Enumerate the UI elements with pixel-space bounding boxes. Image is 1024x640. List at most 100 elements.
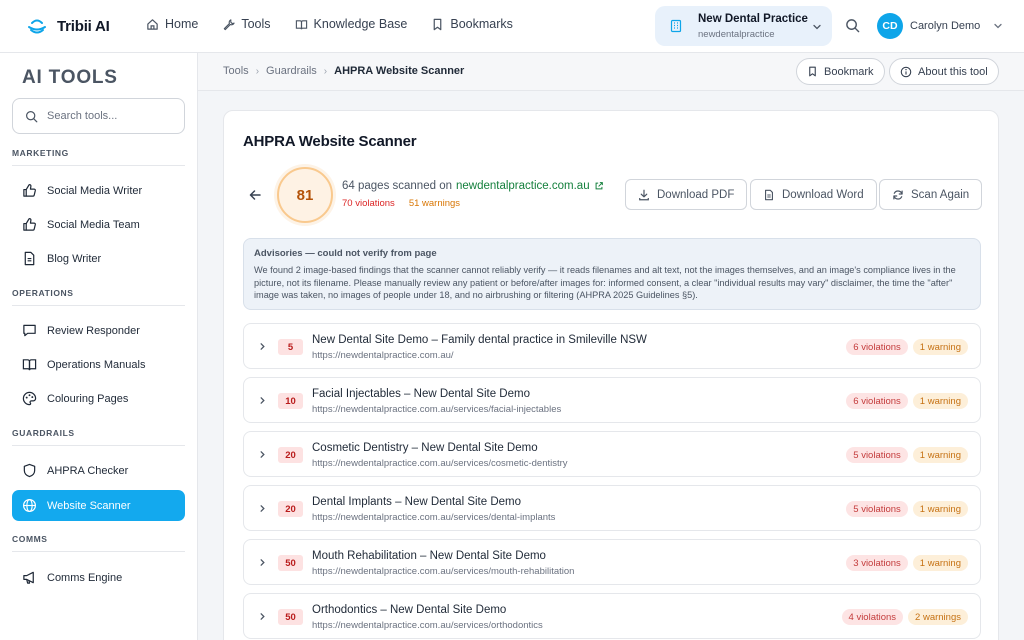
section-operations: OPERATIONS [12,288,185,306]
open-book-icon [22,357,37,372]
section-guardrails: GUARDRAILS [12,428,185,446]
page-result-row[interactable]: 5 New Dental Site Demo – Family dental p… [243,323,981,369]
page-score: 10 [278,393,303,409]
sidebar-item-label: Operations Manuals [47,358,146,371]
user-menu[interactable]: CD Carolyn Demo [877,13,1003,39]
warnings-badge: 1 warning [912,501,968,517]
tribii-logo-icon [26,15,48,37]
sidebar-item-comms-engine[interactable]: Comms Engine [12,562,185,593]
sidebar-item-social-media-team[interactable]: Social Media Team [12,209,185,240]
page-score: 50 [278,555,303,571]
sidebar-item-operations-manuals[interactable]: Operations Manuals [12,349,185,380]
nav-bookmarks[interactable]: Bookmarks [431,17,513,31]
nav-home[interactable]: Home [146,17,198,31]
advisory-text: We found 2 image-based findings that the… [254,265,956,301]
page-result-row[interactable]: 20 Dental Implants – New Dental Site Dem… [243,485,981,531]
thumbs-up-icon [22,183,37,198]
warnings-badge: 1 warning [912,555,968,571]
scanned-domain-link[interactable]: newdentalpractice.com.au [456,180,590,192]
tool-search[interactable] [12,98,185,134]
chevron-right-icon [258,504,267,513]
page-title-text: Facial Injectables – New Dental Site Dem… [312,388,530,400]
scan-again-button[interactable]: Scan Again [879,179,983,210]
page-result-row[interactable]: 10 Facial Injectables – New Dental Site … [243,377,981,423]
advisory-title: Advisories — could not verify from page [254,248,437,259]
download-word-label: Download Word [782,188,864,201]
violations-badge: 5 violations [846,447,908,463]
main-nav: Home Tools Knowledge Base Bookmarks [146,17,513,31]
violations-badge: 5 violations [846,501,908,517]
sidebar-item-colouring-pages[interactable]: Colouring Pages [12,383,185,414]
sidebar-item-label: Colouring Pages [47,392,129,405]
sidebar-item-label: Social Media Team [47,218,140,231]
page-result-row[interactable]: 50 Mouth Rehabilitation – New Dental Sit… [243,539,981,585]
sidebar-item-social-media-writer[interactable]: Social Media Writer [12,175,185,206]
sidebar-item-label: Website Scanner [47,499,131,512]
page-title-text: Cosmetic Dentistry – New Dental Site Dem… [312,442,538,454]
sidebar-title: AI TOOLS [22,67,118,88]
scan-counts: 70 violations 51 warnings [342,198,460,209]
chevron-down-icon [993,21,1003,31]
breadcrumb-current: AHPRA Website Scanner [334,65,465,77]
scanner-card: AHPRA Website Scanner 81 64 pages scanne… [223,110,999,640]
download-pdf-label: Download PDF [657,188,735,201]
brand-name: Tribii AI [57,17,110,35]
section-comms: COMMS [12,534,185,552]
page-score: 20 [278,501,303,517]
sidebar-item-ahpra-checker[interactable]: AHPRA Checker [12,455,185,486]
document-icon [22,251,37,266]
sidebar-item-label: Review Responder [47,324,140,337]
page-result-row[interactable]: 20 Cosmetic Dentistry – New Dental Site … [243,431,981,477]
sidebar-item-review-responder[interactable]: Review Responder [12,315,185,346]
chevron-right-icon [258,612,267,621]
bookmark-button[interactable]: Bookmark [796,58,885,85]
pages-scanned-text: 64 pages scanned on [342,180,452,192]
top-nav: Tribii AI Home Tools Knowledge Base Book… [0,0,1024,53]
violations-badge: 4 violations [841,609,904,625]
section-marketing: MARKETING [12,148,185,166]
about-tool-button[interactable]: About this tool [889,58,999,85]
wrench-icon [222,18,235,31]
scan-again-label: Scan Again [911,188,970,201]
page-title-text: Dental Implants – New Dental Site Demo [312,496,522,508]
sidebar-item-label: Social Media Writer [47,184,143,197]
download-pdf-button[interactable]: Download PDF [625,179,748,210]
nav-tools[interactable]: Tools [222,17,271,31]
sidebar-item-blog-writer[interactable]: Blog Writer [12,243,185,274]
page-title-text: Orthodontics – New Dental Site Demo [312,604,507,616]
book-icon [295,18,308,31]
globe-icon [22,498,37,513]
chevron-right-icon [258,342,267,351]
search-icon[interactable] [845,18,860,33]
page-title-text: New Dental Site Demo – Family dental pra… [312,334,647,346]
download-icon [638,189,650,201]
home-icon [146,18,159,31]
brand[interactable]: Tribii AI [26,15,110,37]
practice-switcher[interactable]: New Dental Practice newdentalpractice [655,6,832,46]
search-input[interactable] [47,110,167,122]
document-icon [763,189,775,201]
breadcrumb-tools[interactable]: Tools [223,65,249,77]
practice-slug: newdentalpractice [698,29,775,40]
page-url: https://newdentalpractice.com.au/service… [312,512,556,523]
page-result-row[interactable]: 50 Orthodontics – New Dental Site Demo h… [243,593,981,639]
info-icon [900,66,912,78]
chevron-right-icon: › [323,65,328,77]
sidebar-item-website-scanner[interactable]: Website Scanner [12,490,185,521]
arrow-left-icon[interactable] [248,188,262,202]
search-icon [25,110,38,123]
violations-badge: 3 violations [846,555,908,571]
page-url: https://newdentalpractice.com.au/service… [312,620,543,631]
score-circle: 81 [277,167,333,223]
megaphone-icon [22,570,37,585]
breadcrumb-guardrails[interactable]: Guardrails [266,65,317,77]
nav-knowledge-base[interactable]: Knowledge Base [295,17,408,31]
total-warnings: 51 warnings [408,198,461,209]
avatar: CD [877,13,903,39]
violations-badge: 6 violations [846,339,908,355]
nav-bookmarks-label: Bookmarks [450,17,513,31]
download-word-button[interactable]: Download Word [750,179,877,210]
nav-knowledge-base-label: Knowledge Base [313,17,408,31]
external-link-icon[interactable] [594,181,604,191]
chat-icon [22,323,37,338]
